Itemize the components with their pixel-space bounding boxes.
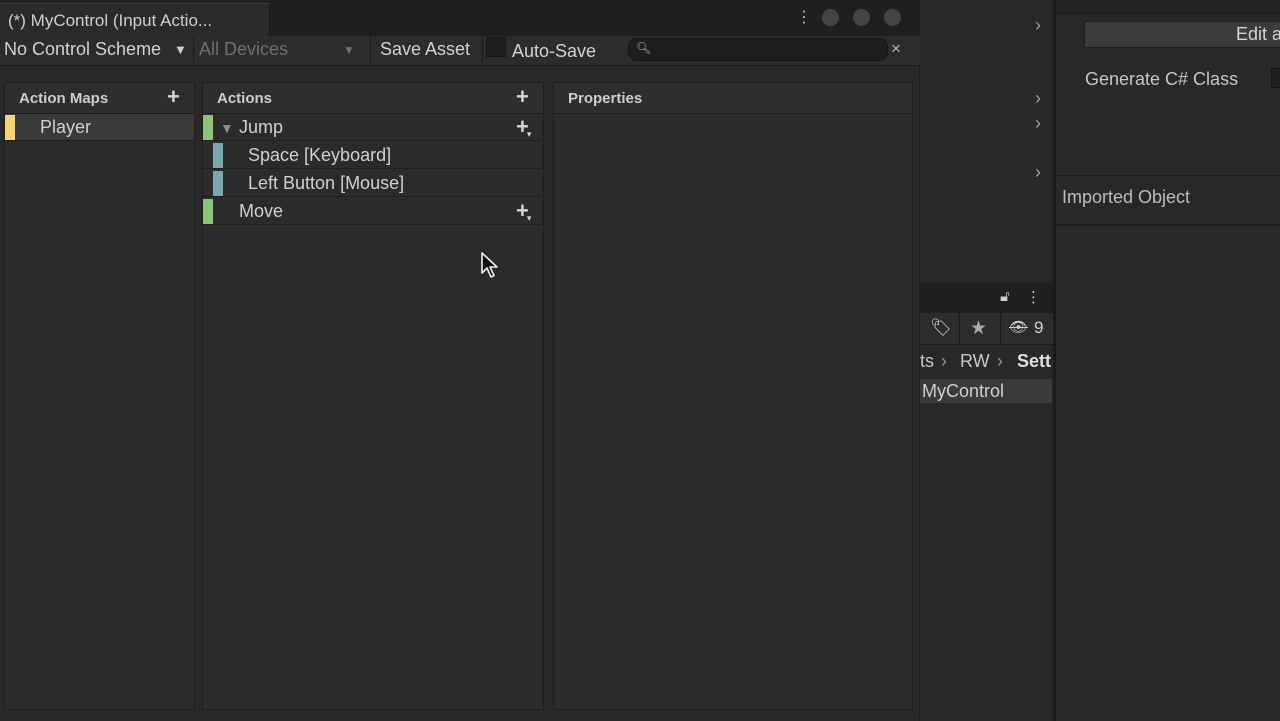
chevron-right-icon[interactable]: › bbox=[1035, 88, 1041, 109]
breadcrumb-separator-icon: › bbox=[997, 351, 1003, 371]
generate-class-label: Generate C# Class bbox=[1085, 69, 1239, 89]
auto-save-checkbox[interactable] bbox=[486, 37, 506, 57]
hierarchy-panel bbox=[920, 0, 1054, 283]
search-icon: 🔍︎ bbox=[636, 41, 652, 55]
mouse-cursor-icon bbox=[481, 252, 498, 278]
action-maps-title: Action Maps bbox=[19, 90, 109, 107]
breadcrumb-item-current[interactable]: Sett bbox=[1017, 351, 1054, 372]
generate-class-checkbox[interactable] bbox=[1271, 68, 1280, 88]
search-input[interactable] bbox=[653, 40, 878, 59]
action-map-label: Player bbox=[40, 117, 92, 137]
window-button-minimize[interactable] bbox=[822, 9, 839, 26]
toolbar-divider bbox=[959, 313, 960, 345]
tag-icon[interactable]: 🏷︎ bbox=[930, 318, 952, 338]
action-label: Move bbox=[239, 201, 284, 221]
chevron-right-icon[interactable]: › bbox=[1035, 162, 1041, 183]
add-binding-icon[interactable]: +▾ bbox=[516, 200, 533, 225]
search-clear-icon[interactable]: × bbox=[891, 39, 901, 59]
chevron-right-icon[interactable]: › bbox=[1035, 113, 1041, 134]
properties-title: Properties bbox=[568, 90, 643, 107]
properties-header: Properties bbox=[554, 83, 912, 114]
add-action-icon[interactable]: + bbox=[516, 86, 529, 108]
input-actions-window: (*) MyControl (Input Actio... ⋮ No Contr… bbox=[0, 0, 920, 721]
star-icon[interactable]: ★ bbox=[970, 317, 987, 340]
dropdown-arrow-icon: ▼ bbox=[343, 43, 355, 57]
toolbar-divider bbox=[193, 36, 194, 66]
devices-dropdown[interactable]: All Devices bbox=[199, 39, 288, 60]
action-item-move[interactable]: Move +▾ bbox=[203, 198, 543, 225]
action-color-bar bbox=[203, 199, 213, 224]
add-binding-icon[interactable]: +▾ bbox=[516, 116, 533, 141]
action-maps-header: Action Maps + bbox=[5, 83, 194, 114]
expand-triangle-icon[interactable]: ▼ bbox=[220, 120, 234, 136]
action-maps-pane: Action Maps + Player bbox=[4, 82, 195, 710]
binding-color-bar bbox=[213, 171, 223, 196]
window-tab[interactable]: (*) MyControl (Input Actio... bbox=[0, 3, 270, 36]
asset-name: MyControl bbox=[922, 381, 1005, 401]
actions-header: Actions + bbox=[203, 83, 543, 114]
binding-label: Left Button [Mouse] bbox=[248, 173, 405, 193]
action-color-bar bbox=[203, 115, 213, 140]
binding-label: Space [Keyboard] bbox=[248, 145, 392, 165]
breadcrumb-separator-icon: › bbox=[941, 351, 947, 371]
actions-pane: Actions + ▼ Jump +▾ Space [Keyboard] Lef… bbox=[202, 82, 544, 710]
chevron-right-icon[interactable]: › bbox=[1035, 15, 1041, 36]
dropdown-arrow-icon: ▼ bbox=[174, 42, 187, 57]
binding-item-space-keyboard[interactable]: Space [Keyboard] bbox=[203, 142, 543, 169]
panel-menu-icon[interactable]: ⋮ bbox=[1026, 288, 1041, 306]
breadcrumb-item[interactable]: ts bbox=[920, 351, 934, 372]
window-menu-icon[interactable]: ⋮ bbox=[796, 7, 812, 27]
hidden-packages-count: 9 bbox=[1034, 318, 1044, 337]
actions-title: Actions bbox=[217, 90, 273, 107]
auto-save-label: Auto-Save bbox=[512, 41, 597, 61]
save-asset-button[interactable]: Save Asset bbox=[380, 39, 470, 60]
add-action-map-icon[interactable]: + bbox=[167, 86, 180, 108]
imported-object-header[interactable]: Imported Object bbox=[1062, 187, 1190, 208]
toolbar-divider bbox=[370, 36, 371, 66]
inspector-panel bbox=[1056, 0, 1280, 721]
window-tab-title: (*) MyControl (Input Actio... bbox=[8, 11, 213, 30]
window-button-maximize[interactable] bbox=[853, 9, 870, 26]
edit-asset-button-label: Edit a bbox=[1236, 24, 1280, 44]
action-map-color-bar bbox=[5, 115, 15, 140]
toolbar-divider bbox=[1000, 313, 1001, 345]
binding-color-bar bbox=[213, 143, 223, 168]
hidden-packages-icon[interactable]: 👁︎ bbox=[1009, 318, 1028, 336]
action-label: Jump bbox=[239, 117, 284, 137]
breadcrumb-item[interactable]: RW bbox=[960, 351, 990, 372]
properties-pane: Properties bbox=[553, 82, 913, 710]
search-field[interactable]: 🔍︎ bbox=[628, 38, 888, 61]
binding-item-left-button-mouse[interactable]: Left Button [Mouse] bbox=[203, 170, 543, 197]
inspector-divider bbox=[1056, 175, 1280, 176]
toolbar-divider bbox=[482, 36, 483, 66]
project-panel bbox=[920, 283, 1054, 721]
control-scheme-dropdown[interactable]: No Control Scheme bbox=[4, 39, 161, 60]
action-map-item-player[interactable]: Player bbox=[5, 114, 194, 141]
lock-icon[interactable]: 🔓︎ bbox=[1000, 288, 1010, 305]
inspector-top-strip bbox=[1056, 0, 1280, 14]
inspector-divider bbox=[1056, 224, 1280, 226]
action-item-jump[interactable]: ▼ Jump +▾ bbox=[203, 114, 543, 141]
window-button-close[interactable] bbox=[884, 9, 901, 26]
